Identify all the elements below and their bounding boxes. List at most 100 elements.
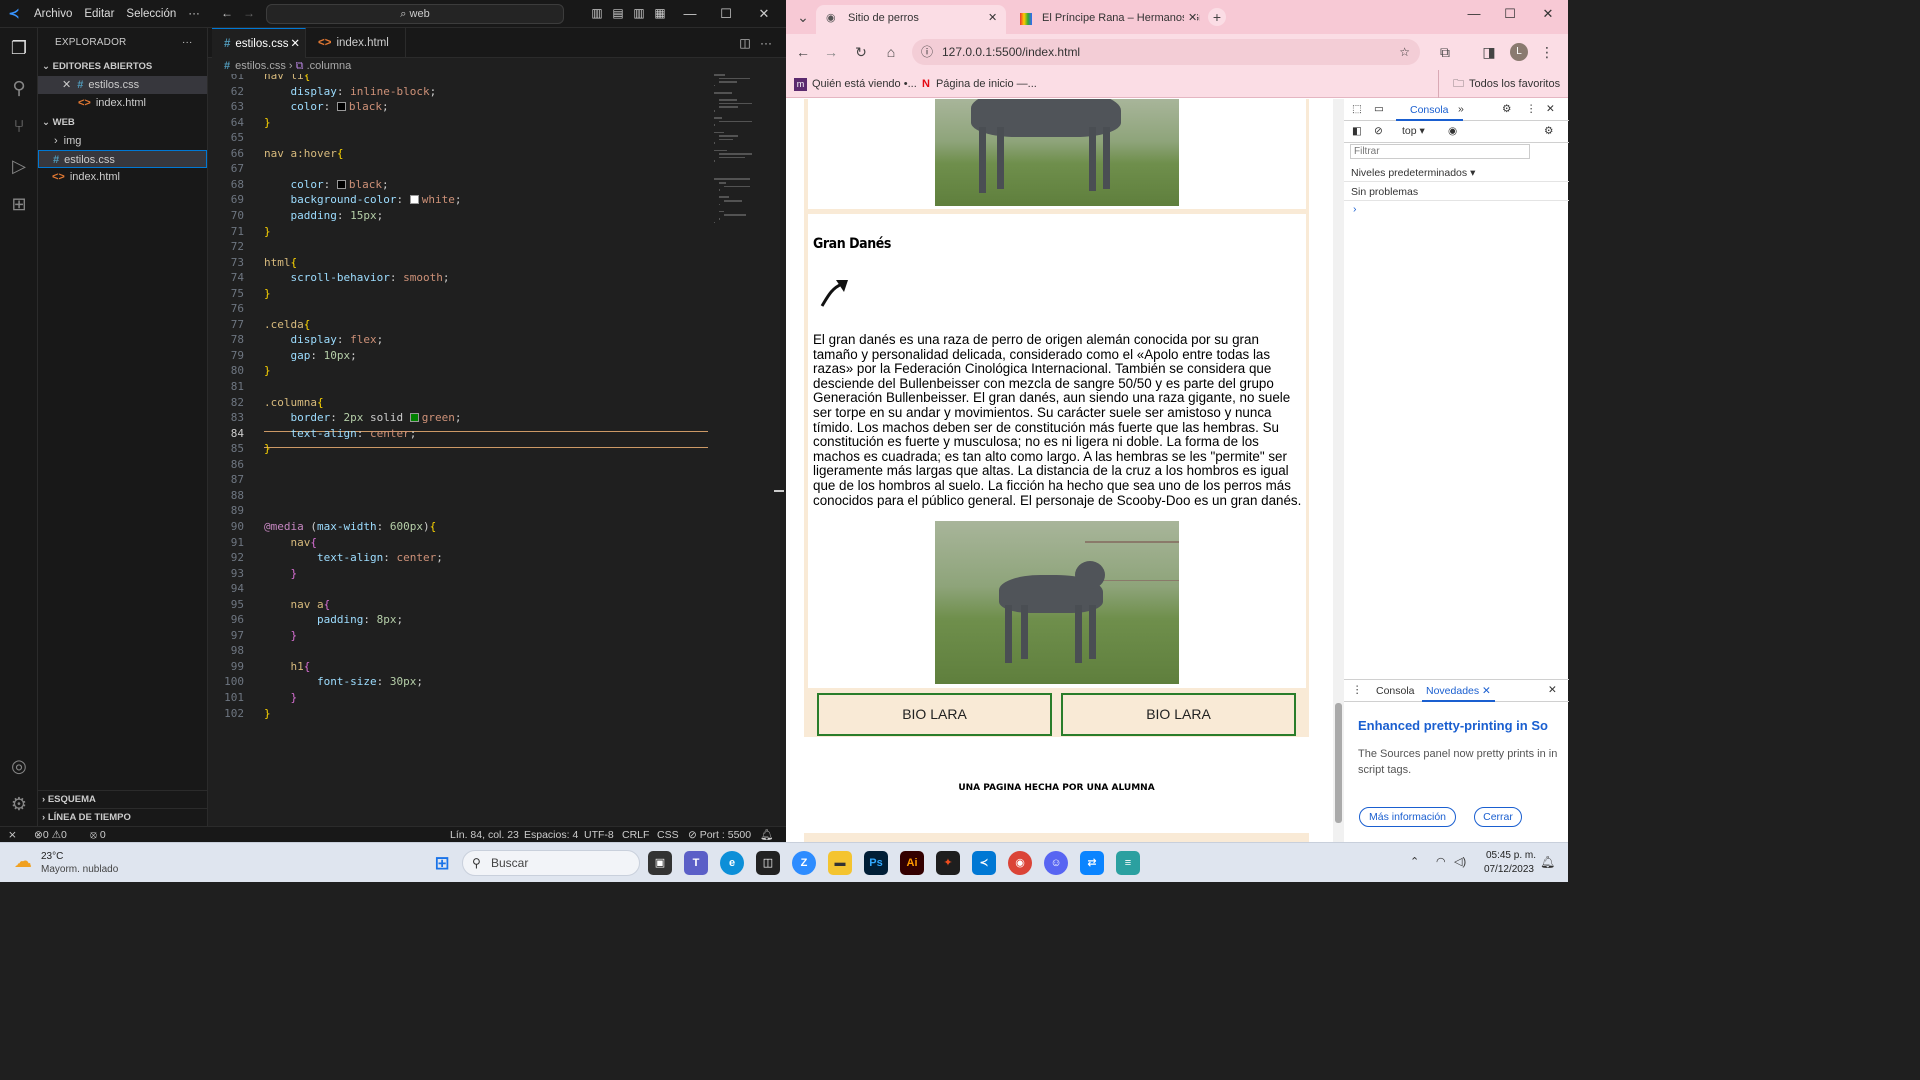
encoding[interactable]: UTF-8 xyxy=(584,827,614,843)
device-toolbar-icon[interactable]: ▭ xyxy=(1374,103,1384,115)
end-of-line[interactable]: CRLF xyxy=(622,827,649,843)
tab-estilos-css[interactable]: # estilos.css ✕ xyxy=(212,28,306,58)
bookmark-quien-esta-viendo[interactable]: m Quién está viendo •... xyxy=(794,70,917,98)
code-line[interactable]: nav a:hover{ xyxy=(264,147,343,160)
code-line[interactable]: } xyxy=(264,691,298,704)
tab-sitio-de-perros[interactable]: ◉ Sitio de perros ✕ xyxy=(816,5,1006,34)
menu-archivo[interactable]: Archivo xyxy=(28,0,78,28)
code-line[interactable]: } xyxy=(264,629,298,642)
code-line[interactable]: } xyxy=(264,364,271,377)
close-drawer-icon[interactable]: ✕ xyxy=(1548,684,1557,696)
menu-editar[interactable]: Editar xyxy=(78,0,120,28)
profile-avatar[interactable]: L xyxy=(1510,43,1528,61)
inspect-element-icon[interactable]: ⬚ xyxy=(1352,103,1362,115)
maximize-icon[interactable]: ☐ xyxy=(1492,0,1528,28)
code-line[interactable]: } xyxy=(264,567,298,580)
code-line[interactable]: display: inline-block; xyxy=(264,85,437,98)
web-page-viewport[interactable]: Gran Danés El gran danés es una raza de … xyxy=(786,99,1343,842)
accounts-icon[interactable]: ◎ xyxy=(7,754,31,778)
code-line[interactable]: gap: 10px; xyxy=(264,349,357,362)
issues-counter[interactable]: Sin problemas xyxy=(1344,183,1569,201)
app-icon[interactable]: ⇄ xyxy=(1080,851,1104,875)
code-line[interactable]: display: flex; xyxy=(264,333,384,346)
more-actions-icon[interactable]: ··· xyxy=(759,36,773,50)
weather-temp[interactable]: 23°C xyxy=(41,851,63,862)
clock-date[interactable]: 07/12/2023 xyxy=(1482,864,1534,875)
notepad-icon[interactable]: ≡ xyxy=(1116,851,1140,875)
tray-chevron-up-icon[interactable]: ⌃ xyxy=(1410,855,1419,868)
more-options-icon[interactable]: ⋮ xyxy=(1526,103,1537,115)
wifi-icon[interactable]: ◠ xyxy=(1436,855,1446,868)
more-tabs-icon[interactable]: » xyxy=(1458,103,1464,115)
bookmark-pagina-inicio[interactable]: N Página de inicio —... xyxy=(922,70,1037,98)
toggle-panel-icon[interactable]: ▤ xyxy=(611,6,625,20)
source-control-icon[interactable]: ⑂ xyxy=(7,114,31,138)
code-line[interactable]: @media (max-width: 600px){ xyxy=(264,520,436,533)
toggle-sidebar-icon[interactable]: ▥ xyxy=(590,6,604,20)
home-icon[interactable]: ⌂ xyxy=(882,43,900,61)
reload-icon[interactable]: ↻ xyxy=(852,43,870,61)
code-line[interactable]: } xyxy=(264,116,271,129)
illustrator-icon[interactable]: Ai xyxy=(900,851,924,875)
live-expression-eye-icon[interactable]: ◉ xyxy=(1448,125,1457,137)
code-line[interactable]: padding: 8px; xyxy=(264,613,403,626)
split-editor-icon[interactable]: ◫ xyxy=(738,36,752,50)
code-line[interactable]: } xyxy=(264,225,271,238)
address-bar[interactable]: ⓘ 127.0.0.1:5500/index.html ☆ xyxy=(912,39,1420,65)
notification-bell-icon[interactable]: 🔔︎ xyxy=(1540,855,1555,869)
command-center-search[interactable]: ⌕ web xyxy=(266,4,564,24)
discord-icon[interactable]: ☺ xyxy=(1044,851,1068,875)
indentation[interactable]: Espacios: 4 xyxy=(524,827,578,843)
clear-console-icon[interactable]: ⊘ xyxy=(1374,125,1383,137)
folder-web-section[interactable]: ⌄ WEB xyxy=(38,114,207,132)
file-explorer-icon[interactable]: ▬ xyxy=(828,851,852,875)
tab-index-html[interactable]: <> index.html xyxy=(306,28,406,58)
log-levels-dropdown[interactable]: Niveles predeterminados ▾ xyxy=(1344,164,1569,182)
open-editor-estilos[interactable]: ✕ # estilos.css xyxy=(38,76,207,94)
close-devtools-icon[interactable]: ✕ xyxy=(1546,103,1555,115)
console-prompt-chevron-icon[interactable]: › xyxy=(1344,203,1569,215)
code-line[interactable]: } xyxy=(264,707,271,720)
console-filter-input[interactable]: Filtrar xyxy=(1350,144,1530,159)
code-line[interactable]: nav{ xyxy=(264,536,318,549)
task-view-icon[interactable]: ▣ xyxy=(648,851,672,875)
explorer-icon[interactable]: ❐ xyxy=(7,36,31,60)
code-line[interactable]: nav li{ xyxy=(264,74,310,82)
forward-arrow-icon[interactable]: → xyxy=(822,43,840,61)
timeline-section[interactable]: › LÍNEA DE TIEMPO xyxy=(38,808,207,826)
code-line[interactable]: color: black; xyxy=(264,100,389,113)
code-line[interactable]: nav a{ xyxy=(264,598,331,611)
manage-gear-icon[interactable]: ⚙ xyxy=(7,792,31,816)
code-line[interactable]: h1{ xyxy=(264,660,311,673)
code-editor[interactable]: 61 nav li{62 display: inline-block; 63 col… xyxy=(208,74,786,826)
code-line[interactable]: scroll-behavior: smooth; xyxy=(264,271,450,284)
code-line[interactable]: .celda{ xyxy=(264,318,310,331)
problems-status[interactable]: ⊗0 ⚠0 xyxy=(34,827,67,843)
windows-start-icon[interactable]: ⊞ xyxy=(430,851,454,875)
bio-lara-right[interactable]: BIO LARA xyxy=(1061,693,1296,736)
code-line[interactable]: color: black; xyxy=(264,178,389,191)
sidebar-toggle-icon[interactable]: ◧ xyxy=(1352,125,1362,137)
weather-cloud-icon[interactable]: ☁ xyxy=(14,851,32,872)
code-line[interactable]: background-color: white; xyxy=(264,193,462,206)
code-line[interactable]: .columna{ xyxy=(264,396,324,409)
code-line[interactable]: } xyxy=(264,287,271,300)
more-info-button[interactable]: Más información xyxy=(1359,807,1456,827)
close-window-icon[interactable]: ✕ xyxy=(1530,0,1566,28)
code-line[interactable]: text-align: center; xyxy=(264,551,443,564)
site-info-icon[interactable]: ⓘ xyxy=(921,39,933,65)
bio-lara-left[interactable]: BIO LARA xyxy=(817,693,1052,736)
code-line[interactable]: font-size: 30px; xyxy=(264,675,423,688)
back-arrow-icon[interactable]: ← xyxy=(220,6,234,20)
context-select[interactable]: top ▾ xyxy=(1402,125,1425,137)
search-icon[interactable]: ⚲ xyxy=(7,76,31,100)
tab-consola[interactable]: Consola xyxy=(1396,99,1463,121)
page-scrollbar[interactable] xyxy=(1333,99,1344,842)
all-bookmarks[interactable]: 🗀 Todos los favoritos xyxy=(1438,70,1560,98)
tree-file-estilos[interactable]: # estilos.css xyxy=(38,150,207,168)
scrollbar-thumb[interactable] xyxy=(1335,703,1342,823)
weather-desc[interactable]: Mayorm. nublado xyxy=(41,864,118,875)
side-panel-icon[interactable]: ◨ xyxy=(1480,43,1498,61)
tab-principe-rana[interactable]: El Príncipe Rana – Hermanos Gr ✕ xyxy=(1010,5,1200,34)
drawer-menu-icon[interactable]: ⋮ xyxy=(1352,684,1363,696)
